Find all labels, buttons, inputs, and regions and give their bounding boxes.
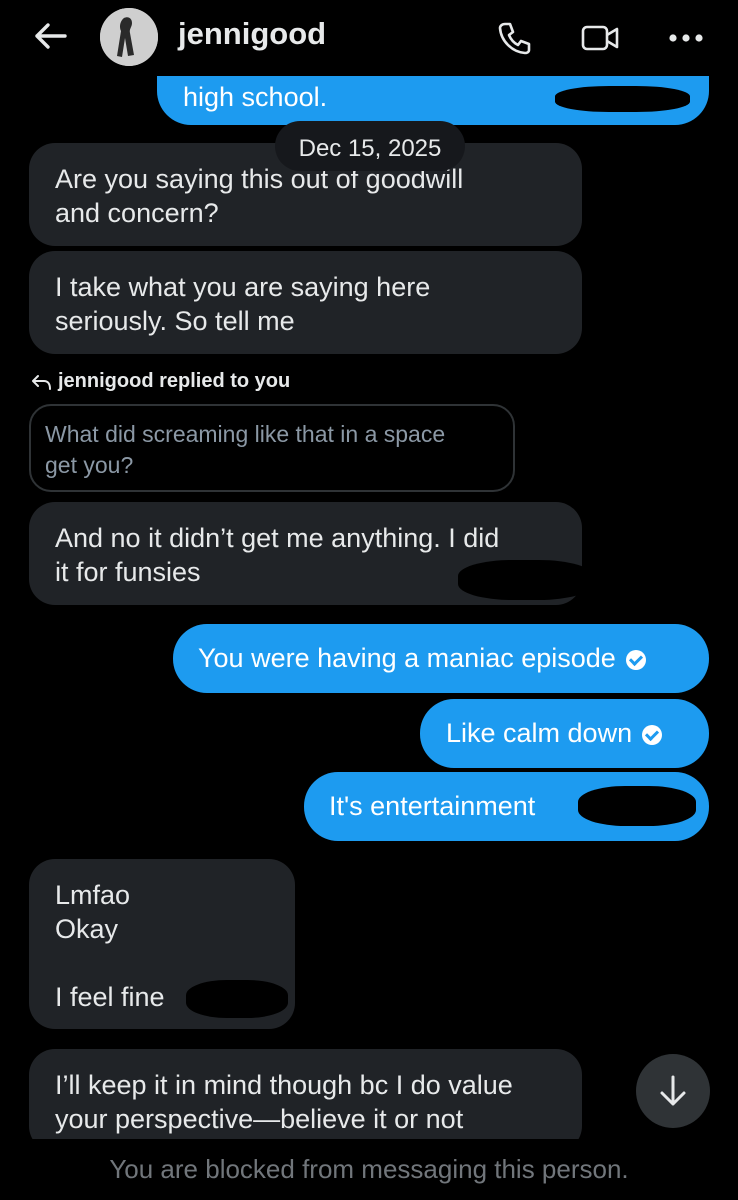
redaction-mark — [578, 786, 696, 826]
message-text: You were having a maniac episode — [198, 643, 616, 673]
blocked-notice: You are blocked from messaging this pers… — [109, 1154, 629, 1184]
quoted-line: get you? — [45, 452, 134, 478]
sent-check-icon — [642, 724, 663, 745]
composer-area: You are blocked from messaging this pers… — [0, 1139, 738, 1200]
video-camera-icon — [581, 25, 619, 51]
chat-header: jennigood — [0, 0, 738, 76]
more-options-button[interactable] — [666, 18, 706, 58]
conversation-username[interactable]: jennigood — [178, 16, 326, 52]
call-button[interactable] — [494, 18, 534, 58]
video-call-button[interactable] — [580, 18, 620, 58]
avatar[interactable] — [100, 8, 158, 66]
scroll-to-bottom-button[interactable] — [636, 1054, 710, 1128]
back-arrow-icon — [35, 23, 67, 49]
quoted-line: What did screaming like that in a space — [45, 421, 446, 447]
message-line: And no it didn’t get me anything. I did — [55, 523, 500, 553]
phone-icon — [498, 22, 531, 55]
back-button[interactable] — [28, 18, 72, 54]
outgoing-message[interactable]: You were having a maniac episode — [173, 624, 709, 693]
message-line: and concern? — [55, 198, 219, 228]
date-divider: Dec 15, 2025 — [275, 121, 465, 171]
message-line — [55, 946, 269, 980]
reply-label-text: jennigood replied to you — [58, 370, 291, 392]
message-text: high school. — [183, 82, 328, 112]
outgoing-message[interactable]: Like calm down — [420, 699, 709, 768]
message-line: I take what you are saying here — [55, 272, 431, 302]
reply-indicator: jennigood replied to you — [30, 370, 290, 393]
message-text: It's entertainment — [329, 791, 536, 821]
sent-check-icon — [625, 649, 646, 670]
reply-arrow-icon — [32, 374, 51, 390]
message-line: seriously. So tell me — [55, 306, 295, 336]
arrow-down-icon — [660, 1075, 686, 1106]
message-line: Okay — [55, 914, 119, 944]
message-line: Lmfao — [55, 880, 131, 910]
redaction-mark — [555, 86, 690, 112]
quoted-message[interactable]: What did screaming like that in a space … — [29, 404, 515, 492]
redaction-mark — [186, 980, 288, 1018]
more-icon — [669, 34, 703, 42]
incoming-message[interactable]: I take what you are saying here seriousl… — [29, 251, 582, 354]
incoming-message[interactable]: I’ll keep it in mind though bc I do valu… — [29, 1049, 582, 1152]
message-text: Like calm down — [446, 718, 633, 748]
message-line: your perspective—believe it or not — [55, 1104, 464, 1134]
redaction-mark — [458, 560, 593, 600]
message-line: I’ll keep it in mind though bc I do valu… — [55, 1070, 513, 1100]
